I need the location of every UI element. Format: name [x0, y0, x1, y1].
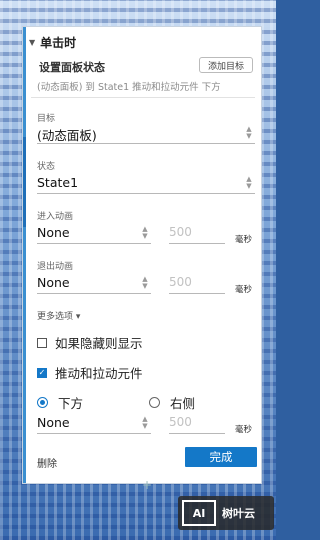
event-header[interactable]: ▼ 单击时 [29, 33, 76, 51]
direction-below-label: 下方 [58, 396, 84, 411]
enter-duration-underline [169, 243, 225, 244]
exit-animation-underline [37, 293, 151, 294]
divider [31, 97, 255, 98]
enter-animation-underline [37, 243, 151, 244]
push-duration-input[interactable]: 500 [169, 415, 192, 429]
watermark-text: 树叶云 [222, 507, 255, 520]
more-options-toggle[interactable]: 更多选项 ▾ [37, 309, 80, 322]
target-underline [37, 143, 255, 144]
checkbox-unchecked-icon[interactable] [37, 337, 47, 348]
chevron-updown-icon[interactable]: ▲ ▼ [141, 226, 149, 240]
push-duration-unit: 毫秒 [235, 425, 253, 435]
enter-duration-unit: 毫秒 [235, 235, 253, 245]
state-label: 状态 [37, 162, 56, 172]
exit-duration-unit: 毫秒 [235, 285, 253, 295]
watermark: AI 树叶云 [178, 496, 274, 530]
direction-right-label: 右侧 [170, 396, 196, 411]
panel-accent-bar [23, 27, 26, 483]
chevron-updown-icon[interactable]: ▲ ▼ [245, 126, 253, 140]
chevron-updown-icon[interactable]: ▲ ▼ [141, 416, 149, 430]
exit-animation-label: 退出动画 [37, 262, 74, 272]
exit-animation-select[interactable]: None [37, 275, 70, 290]
event-title: 单击时 [40, 35, 77, 50]
delete-link[interactable]: 删除 [37, 455, 57, 470]
show-if-hidden-option[interactable]: 如果隐藏则显示 [37, 333, 143, 352]
interaction-editor-panel: ▼ 单击时 设置面板状态 添加目标 (动态面板) 到 State1 推动和拉动元… [22, 26, 262, 484]
chevron-updown-icon[interactable]: ▲ ▼ [245, 176, 253, 190]
enter-duration-input[interactable]: 500 [169, 225, 192, 239]
add-target-button[interactable]: 添加目标 [199, 57, 253, 73]
add-action-icon[interactable]: + [142, 478, 152, 492]
radio-selected-icon[interactable] [37, 397, 48, 408]
action-summary: (动态面板) 到 State1 推动和拉动元件 下方 [37, 82, 221, 93]
target-select[interactable]: (动态面板) [37, 125, 97, 144]
watermark-logo: AI [182, 500, 216, 526]
target-label: 目标 [37, 114, 56, 124]
exit-duration-input[interactable]: 500 [169, 275, 192, 289]
push-animation-select[interactable]: None [37, 415, 70, 430]
selection-indicator [23, 137, 26, 227]
caret-down-icon: ▼ [29, 37, 36, 47]
push-pull-label: 推动和拉动元件 [55, 366, 143, 381]
state-underline [37, 193, 255, 194]
state-select[interactable]: State1 [37, 175, 78, 190]
radio-unselected-icon[interactable] [149, 397, 160, 408]
action-title: 设置面板状态 [39, 61, 105, 74]
push-pull-option[interactable]: ✓ 推动和拉动元件 [37, 363, 143, 382]
exit-duration-underline [169, 293, 225, 294]
enter-animation-select[interactable]: None [37, 225, 70, 240]
direction-right-option[interactable]: 右侧 [149, 393, 195, 412]
checkbox-checked-icon[interactable]: ✓ [37, 367, 47, 378]
done-button[interactable]: 完成 [185, 447, 257, 467]
show-if-hidden-label: 如果隐藏则显示 [55, 336, 143, 351]
chevron-updown-icon[interactable]: ▲ ▼ [141, 276, 149, 290]
enter-animation-label: 进入动画 [37, 212, 74, 222]
direction-below-option[interactable]: 下方 [37, 393, 83, 412]
push-animation-underline [37, 433, 151, 434]
push-duration-underline [169, 433, 225, 434]
